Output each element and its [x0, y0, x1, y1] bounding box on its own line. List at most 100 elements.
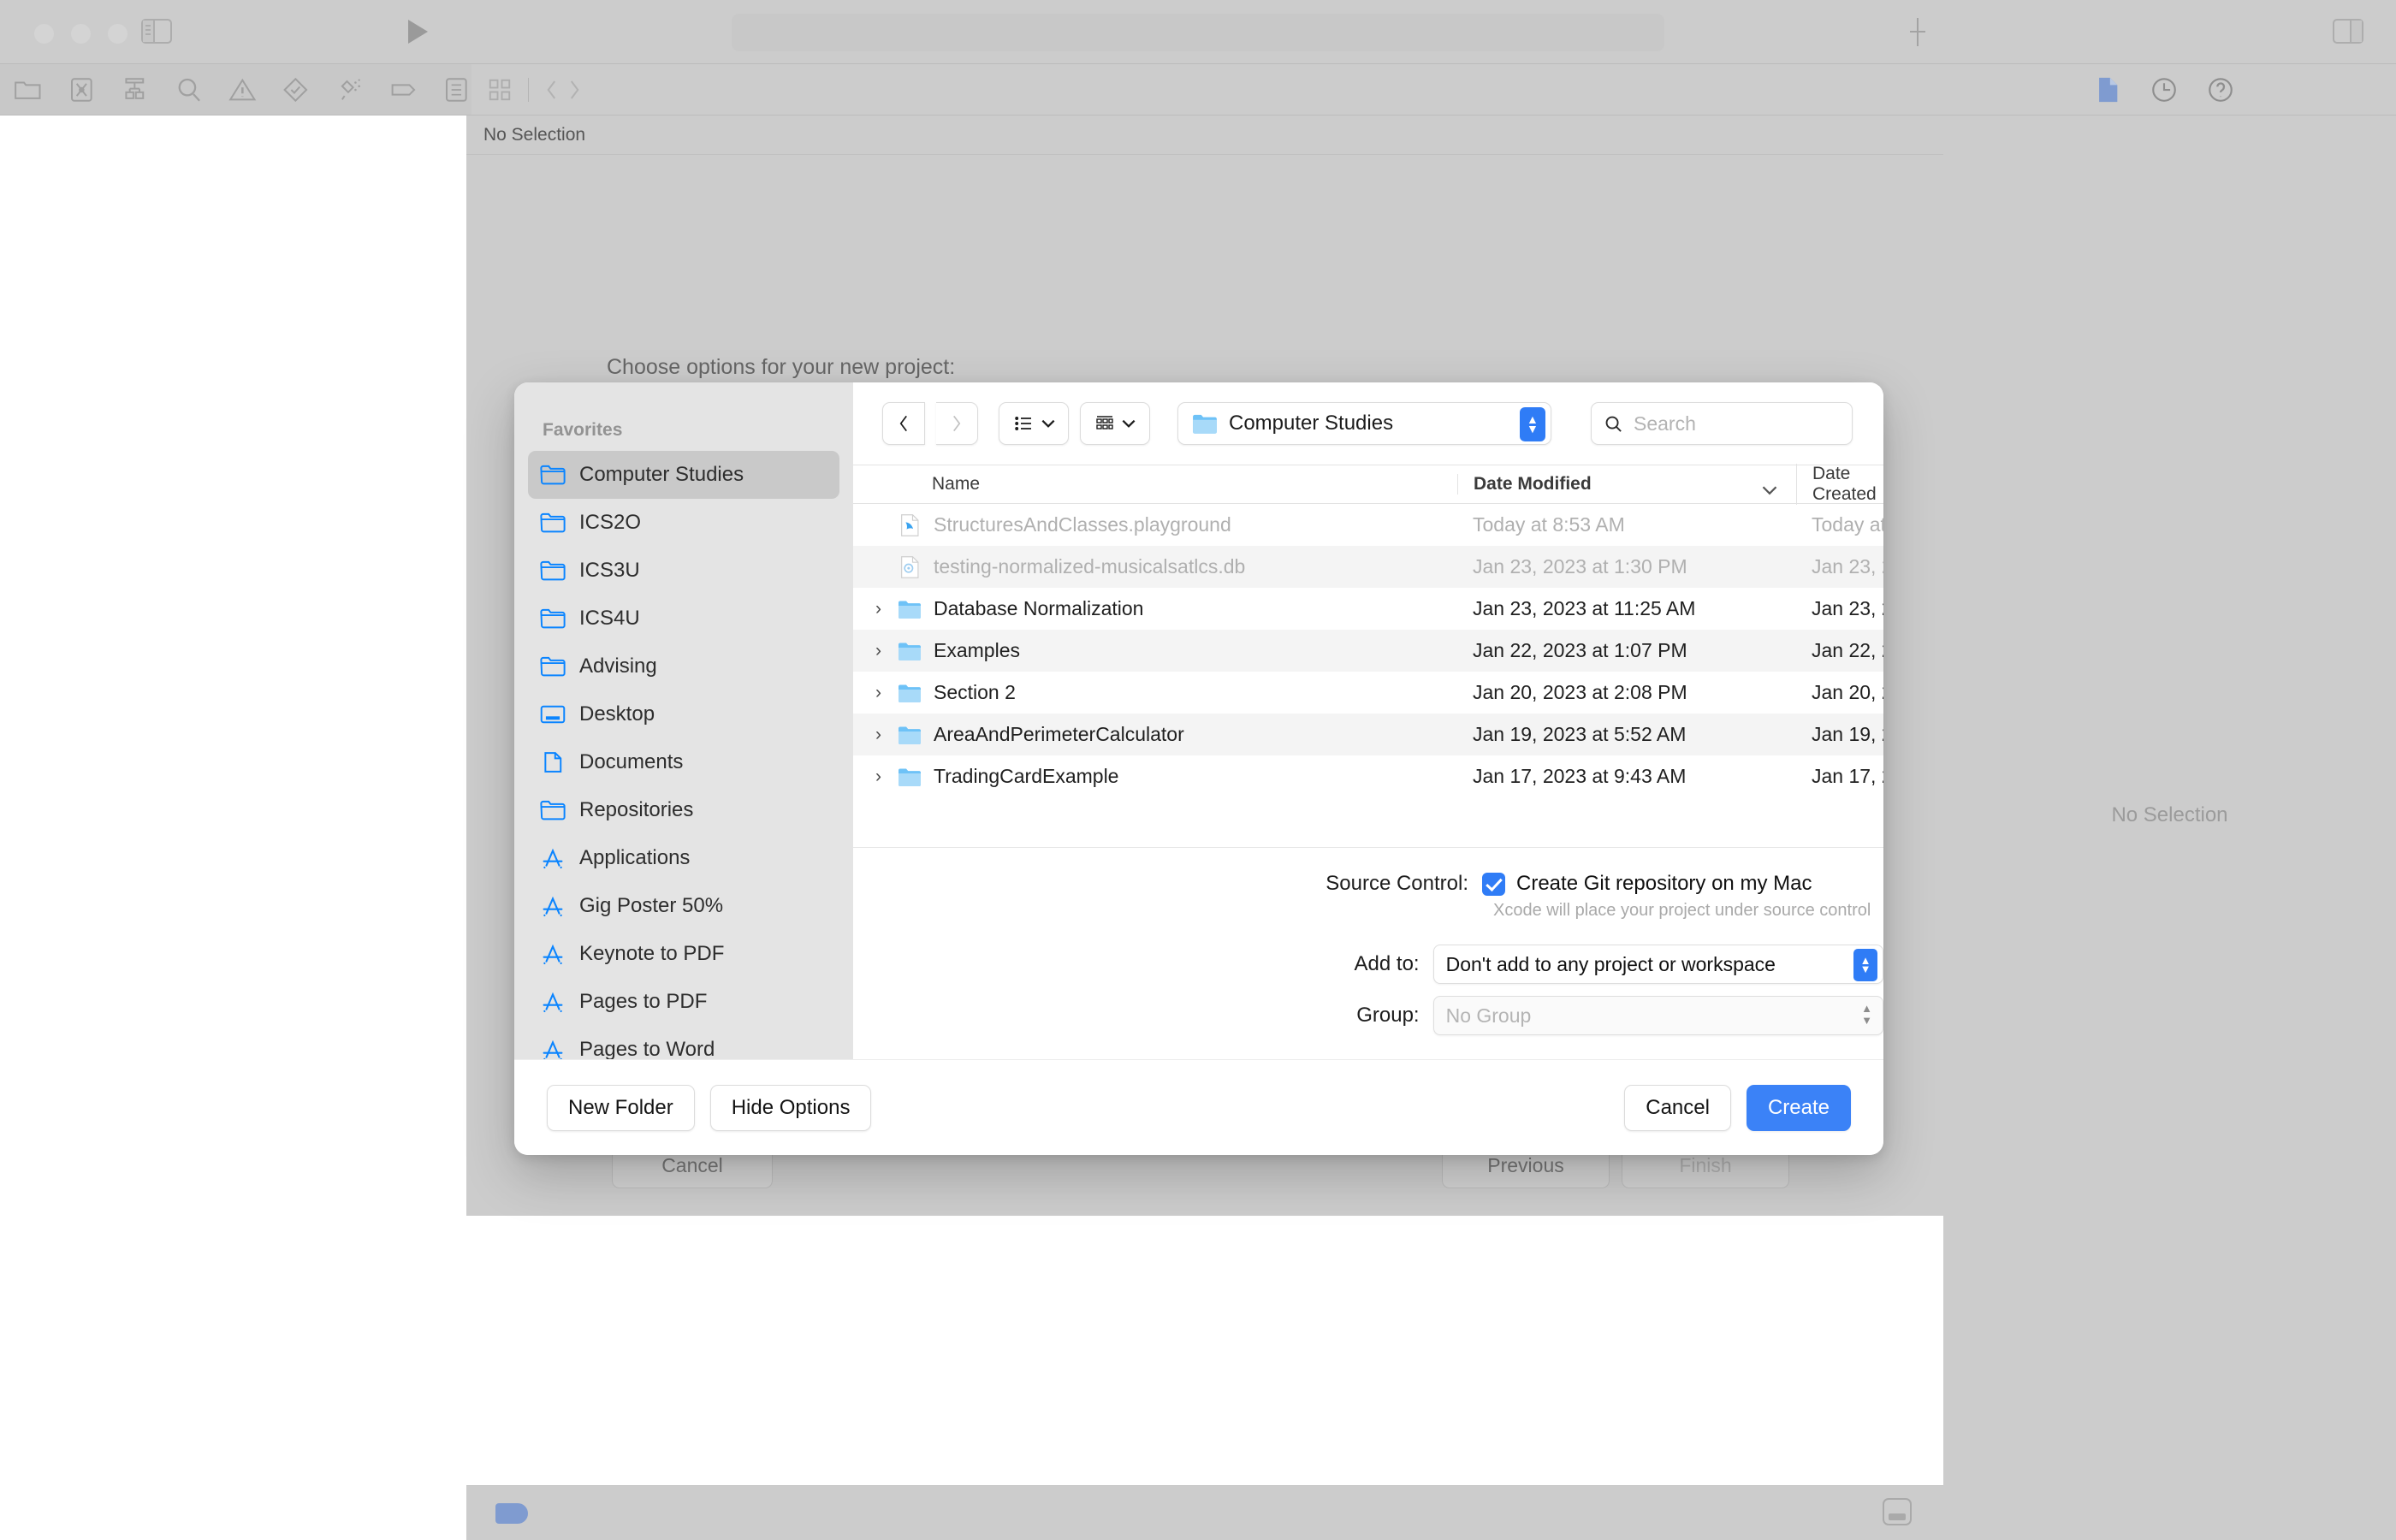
toggle-debug-area-icon[interactable]	[1883, 1498, 1912, 1525]
table-row[interactable]: StructuresAndClasses.playgroundToday at …	[853, 504, 1883, 546]
run-button-icon[interactable]	[408, 20, 428, 44]
cell-date-created: Jan 17, 2023 at 9:43 AM	[1796, 765, 1883, 788]
project-navigator-icon[interactable]	[13, 75, 43, 104]
group-view-icon	[1094, 413, 1115, 434]
minimize-window-button[interactable]	[71, 24, 91, 44]
group-by-button[interactable]	[1080, 402, 1150, 445]
table-row[interactable]: ›ExamplesJan 22, 2023 at 1:07 PMJan 22, …	[853, 630, 1883, 672]
table-row[interactable]: ›TradingCardExampleJan 17, 2023 at 9:43 …	[853, 755, 1883, 797]
search-placeholder: Search	[1634, 412, 1696, 435]
sidebar-item-documents[interactable]: Documents	[528, 738, 839, 786]
traffic-lights[interactable]	[34, 24, 128, 44]
folder-stepper[interactable]: ▲ ▼	[1520, 407, 1545, 441]
sidebar-item-computer-studies[interactable]: Computer Studies	[528, 451, 839, 499]
toolbar-divider	[528, 78, 529, 102]
sidebar-item-repositories[interactable]: Repositories	[528, 786, 839, 834]
window-titlebar	[0, 0, 2396, 64]
cell-date-modified: Jan 23, 2023 at 1:30 PM	[1457, 555, 1796, 578]
sidebar-item-ics2o[interactable]: ICS2O	[528, 499, 839, 547]
sidebar-item-label: ICS4U	[579, 607, 640, 631]
chevron-down-icon	[1041, 418, 1055, 429]
editor-back-icon[interactable]	[544, 77, 559, 103]
save-panel-footer: New Folder Hide Options Cancel Create	[514, 1059, 1883, 1155]
disclosure-triangle-icon[interactable]: ›	[875, 767, 898, 787]
symbol-navigator-icon[interactable]	[120, 75, 150, 104]
navigator-pane	[0, 116, 466, 1540]
appstore-icon	[540, 942, 566, 966]
current-folder-popup[interactable]: Computer Studies ▲ ▼	[1177, 402, 1551, 445]
folder-blue-icon	[898, 681, 922, 705]
appstore-icon	[540, 990, 566, 1014]
stepper-down-arrow: ▼	[1860, 966, 1871, 973]
disclosure-triangle-icon[interactable]: ›	[875, 725, 898, 745]
cell-date-modified: Today at 8:53 AM	[1457, 513, 1796, 536]
group-value: No Group	[1446, 1004, 1532, 1028]
table-row[interactable]: testing-normalized-musicalsatlcs.dbJan 2…	[853, 546, 1883, 588]
sidebar-item-ics4u[interactable]: ICS4U	[528, 595, 839, 643]
sidebar-group-title: Favorites	[528, 420, 839, 441]
folder-blue-icon	[898, 597, 922, 621]
toggle-inspector-icon[interactable]	[2333, 19, 2363, 44]
create-button[interactable]: Create	[1747, 1085, 1851, 1131]
group-label: Group:	[853, 1004, 1433, 1028]
sidebar-item-pages-to-pdf[interactable]: Pages to PDF	[528, 978, 839, 1026]
related-items-icon[interactable]	[487, 77, 513, 103]
close-window-button[interactable]	[34, 24, 54, 44]
add-to-row: Add to: Don't add to any project or work…	[853, 945, 1883, 984]
folder-icon	[540, 511, 566, 535]
file-list-table: Name Date Modified Date Created Structur…	[853, 465, 1883, 847]
issue-navigator-icon[interactable]	[228, 75, 258, 104]
quick-help-inspector-icon[interactable]	[2206, 75, 2235, 104]
appstore-icon	[540, 894, 566, 918]
sidebar-item-applications[interactable]: Applications	[528, 834, 839, 882]
file-name-label: Examples	[934, 639, 1020, 662]
sidebar-item-label: ICS2O	[579, 511, 641, 535]
table-row[interactable]: ›AreaAndPerimeterCalculatorJan 19, 2023 …	[853, 714, 1883, 755]
editor-forward-icon[interactable]	[567, 77, 582, 103]
sidebar-item-pages-to-word[interactable]: Pages to Word	[528, 1026, 839, 1059]
disclosure-triangle-icon[interactable]: ›	[875, 599, 898, 619]
source-control-navigator-icon[interactable]	[67, 75, 97, 104]
report-navigator-icon[interactable]	[442, 75, 471, 104]
test-navigator-icon[interactable]	[281, 75, 311, 104]
search-navigator-icon[interactable]	[174, 75, 204, 104]
breakpoint-navigator-icon[interactable]	[388, 75, 418, 104]
navigator-selector-bar[interactable]	[0, 64, 471, 115]
sidebar-item-ics3u[interactable]: ICS3U	[528, 547, 839, 595]
toggle-navigator-icon[interactable]	[141, 19, 172, 44]
add-to-stepper[interactable]: ▲ ▼	[1853, 949, 1877, 981]
search-field[interactable]: Search	[1591, 402, 1853, 445]
cell-date-modified: Jan 23, 2023 at 11:25 AM	[1457, 597, 1796, 620]
column-header-date-created[interactable]: Date Created	[1796, 464, 1883, 505]
new-folder-button[interactable]: New Folder	[547, 1085, 695, 1131]
sidebar-item-gig-poster-50[interactable]: Gig Poster 50%	[528, 882, 839, 930]
add-editor-icon[interactable]	[1907, 18, 1929, 46]
sidebar-item-keynote-to-pdf[interactable]: Keynote to PDF	[528, 930, 839, 978]
document-icon	[540, 750, 566, 774]
sidebar-item-desktop[interactable]: Desktop	[528, 690, 839, 738]
jump-bar-status: No Selection	[483, 125, 585, 145]
database-icon	[898, 555, 922, 579]
editor-jump-bar[interactable]: No Selection	[466, 116, 1943, 155]
create-git-repository-checkbox[interactable]	[1482, 873, 1505, 896]
forward-button[interactable]	[936, 402, 979, 445]
zoom-window-button[interactable]	[108, 24, 128, 44]
disclosure-triangle-icon[interactable]: ›	[875, 683, 898, 703]
history-inspector-icon[interactable]	[2150, 75, 2179, 104]
table-row[interactable]: ›Database NormalizationJan 23, 2023 at 1…	[853, 588, 1883, 630]
inspector-selector-bar[interactable]	[1943, 64, 2396, 115]
disclosure-triangle-icon[interactable]: ›	[875, 641, 898, 661]
hide-options-button[interactable]: Hide Options	[710, 1085, 872, 1131]
cancel-button[interactable]: Cancel	[1624, 1085, 1731, 1131]
back-button[interactable]	[882, 402, 925, 445]
sidebar-item-label: Advising	[579, 654, 657, 678]
table-row[interactable]: ›Section 2Jan 20, 2023 at 2:08 PMJan 20,…	[853, 672, 1883, 714]
debug-navigator-icon[interactable]	[335, 75, 365, 104]
sidebar-item-advising[interactable]: Advising	[528, 643, 839, 690]
column-header-name[interactable]: Name	[853, 474, 1457, 495]
column-header-date-modified[interactable]: Date Modified	[1457, 474, 1796, 495]
view-mode-list-button[interactable]	[999, 402, 1069, 445]
add-to-select[interactable]: Don't add to any project or workspace ▲ …	[1433, 945, 1883, 984]
folder-blue-icon	[898, 765, 922, 789]
file-inspector-icon[interactable]	[2093, 74, 2122, 105]
